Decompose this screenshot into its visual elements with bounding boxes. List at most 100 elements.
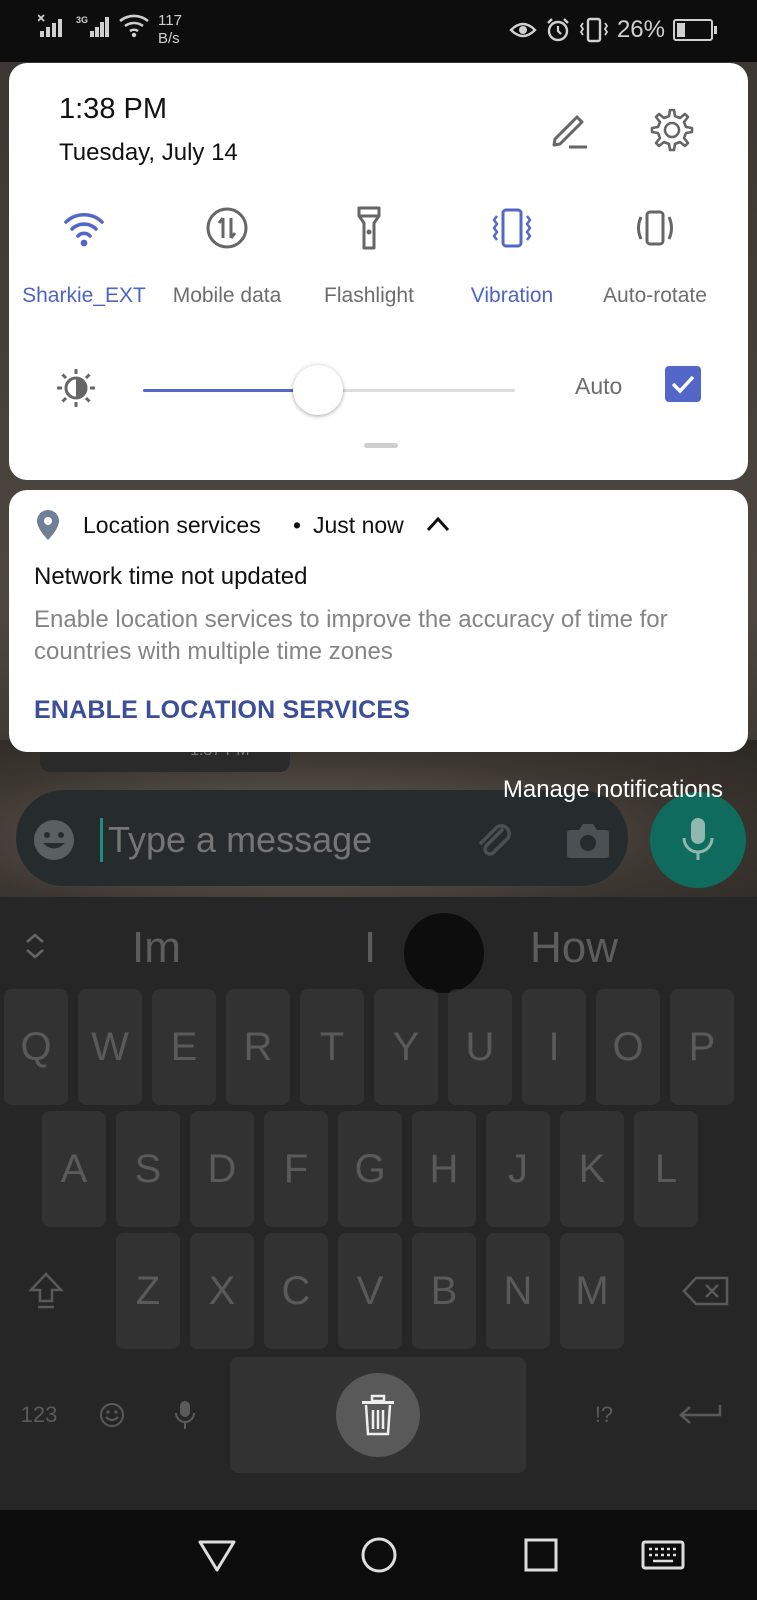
attach-icon[interactable]	[472, 818, 516, 862]
tile-wifi-label: Sharkie_EXT	[22, 284, 146, 307]
drag-handle[interactable]	[364, 443, 398, 448]
auto-rotate-icon	[637, 210, 673, 246]
brightness-slider[interactable]	[143, 365, 515, 415]
clock-date: Tuesday, July 14	[59, 139, 238, 166]
key-s[interactable]: S	[116, 1111, 180, 1227]
eye-comfort-icon	[509, 22, 537, 38]
suggestion-bar: Im I How	[0, 897, 757, 997]
backspace-icon	[682, 1276, 729, 1306]
key-y[interactable]: Y	[374, 989, 438, 1105]
key-q[interactable]: Q	[4, 989, 68, 1105]
tile-mobile-data-label: Mobile data	[172, 284, 282, 307]
suggestion-1[interactable]: Im	[132, 923, 181, 973]
alarm-icon	[547, 18, 569, 42]
brightness-slider-thumb[interactable]	[292, 365, 343, 415]
check-icon	[671, 375, 695, 394]
key-l[interactable]: L	[634, 1111, 698, 1227]
tile-flashlight-label: Flashlight	[324, 284, 414, 307]
key-c[interactable]: C	[264, 1233, 328, 1349]
status-right: 26%	[509, 16, 717, 44]
mic-button[interactable]	[650, 792, 746, 888]
backspace-key[interactable]	[664, 1233, 748, 1349]
shift-key[interactable]	[8, 1233, 84, 1349]
message-input[interactable]	[108, 818, 438, 862]
key-d[interactable]: D	[190, 1111, 254, 1227]
key-a[interactable]: A	[42, 1111, 106, 1227]
key-j[interactable]: J	[486, 1111, 550, 1227]
wifi-icon	[64, 212, 104, 247]
notification-card[interactable]: Location services • Just now Network tim…	[9, 490, 748, 752]
brightness-icon	[57, 369, 95, 407]
battery-percent: 26%	[616, 16, 665, 43]
trash-icon	[362, 1394, 394, 1436]
key-g[interactable]: G	[338, 1111, 402, 1227]
punctuation-key[interactable]: !?	[566, 1357, 642, 1473]
key-x[interactable]: X	[190, 1233, 254, 1349]
notification-time: Just now	[313, 512, 404, 538]
edit-icon[interactable]	[549, 109, 591, 151]
tile-auto-rotate[interactable]: Auto-rotate	[580, 205, 730, 308]
key-p[interactable]: P	[670, 989, 734, 1105]
key-v[interactable]: V	[338, 1233, 402, 1349]
back-icon[interactable]	[196, 1534, 238, 1576]
settings-gear-icon[interactable]	[649, 107, 695, 153]
mobile-data-icon	[206, 207, 248, 249]
key-w[interactable]: W	[78, 989, 142, 1105]
notification-app-name: Location services	[83, 512, 261, 538]
navigation-bar	[0, 1510, 757, 1600]
shift-icon	[28, 1272, 64, 1309]
emoji-icon[interactable]	[32, 818, 76, 862]
tile-mobile-data[interactable]: Mobile data	[152, 205, 302, 308]
auto-brightness-checkbox[interactable]	[665, 366, 701, 402]
suggestion-3[interactable]: How	[530, 923, 618, 973]
tile-vibration[interactable]: Vibration	[437, 205, 587, 308]
key-m[interactable]: M	[560, 1233, 624, 1349]
key-r[interactable]: R	[226, 989, 290, 1105]
key-t[interactable]: T	[300, 989, 364, 1105]
expand-chevron-icon[interactable]	[24, 931, 46, 961]
vibration-icon	[492, 208, 532, 248]
vibrate-status-icon	[579, 17, 609, 43]
home-icon[interactable]	[358, 1534, 400, 1576]
tile-flashlight[interactable]: Flashlight	[294, 205, 444, 308]
key-k[interactable]: K	[560, 1111, 624, 1227]
notification-body: Enable location services to improve the …	[34, 606, 668, 665]
keyboard-mic-icon	[175, 1401, 195, 1429]
key-z[interactable]: Z	[116, 1233, 180, 1349]
keyboard-toggle-icon[interactable]	[640, 1534, 686, 1576]
svg-text:3G: 3G	[76, 15, 88, 25]
key-n[interactable]: N	[486, 1233, 550, 1349]
emoji-key[interactable]	[84, 1357, 140, 1473]
floating-dot	[404, 913, 484, 993]
key-b[interactable]: B	[412, 1233, 476, 1349]
network-speed-unit: B/s	[158, 30, 180, 47]
network-speed: 117 B/s	[158, 12, 182, 48]
key-e[interactable]: E	[152, 989, 216, 1105]
key-i[interactable]: I	[522, 989, 586, 1105]
numbers-key[interactable]: 123	[4, 1357, 74, 1473]
quick-settings-panel: 1:38 PM Tuesday, July 14 Sharkie_EXT Mob…	[9, 63, 748, 480]
suggestion-2[interactable]: I	[364, 923, 376, 973]
signal-3g-icon: 3G	[76, 15, 109, 37]
auto-brightness-label: Auto	[575, 373, 623, 399]
key-f[interactable]: F	[264, 1111, 328, 1227]
trash-button[interactable]	[336, 1373, 420, 1457]
key-h[interactable]: H	[412, 1111, 476, 1227]
enter-icon	[679, 1405, 722, 1424]
emoji-key-icon	[100, 1403, 124, 1427]
enter-key[interactable]	[652, 1357, 748, 1473]
flashlight-icon	[357, 206, 381, 250]
location-pin-icon	[37, 510, 59, 540]
key-u[interactable]: U	[448, 989, 512, 1105]
key-o[interactable]: O	[596, 989, 660, 1105]
tile-wifi[interactable]: Sharkie_EXT	[9, 205, 159, 308]
enable-location-button[interactable]: ENABLE LOCATION SERVICES	[34, 696, 410, 725]
manage-notifications-link[interactable]: Manage notifications	[503, 776, 723, 804]
voice-key[interactable]	[150, 1357, 220, 1473]
camera-icon[interactable]	[564, 818, 612, 862]
mic-icon	[682, 818, 714, 860]
recents-icon[interactable]	[520, 1534, 562, 1576]
clock-time: 1:38 PM	[59, 93, 167, 125]
chevron-up-icon[interactable]	[425, 514, 451, 534]
wifi-status-icon	[119, 14, 149, 38]
